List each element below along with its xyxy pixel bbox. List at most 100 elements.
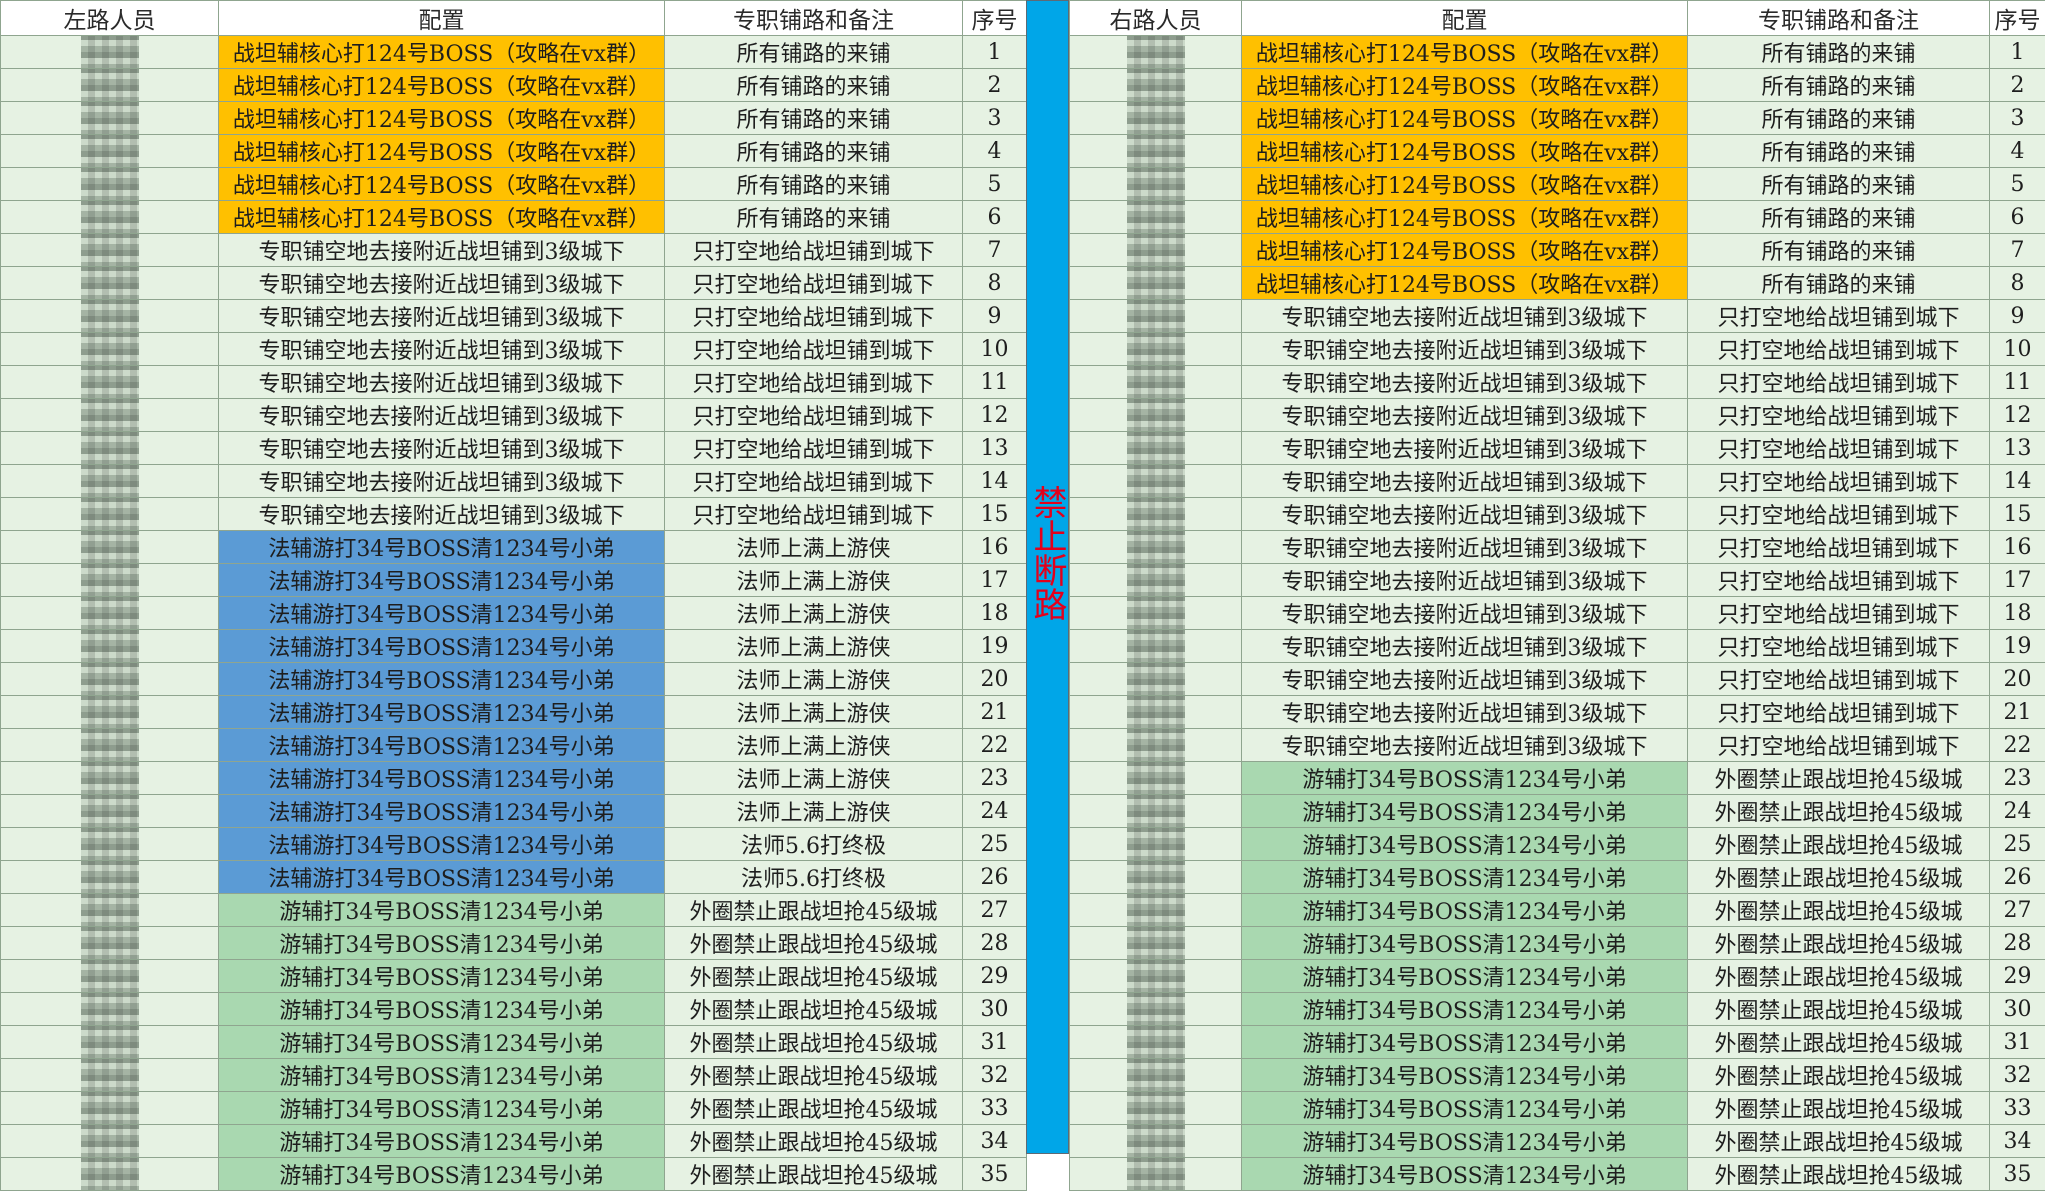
right-note-cell[interactable]: 外圈禁止跟战坦抢45级城 [1688, 960, 1990, 993]
left-config-cell[interactable]: 游辅打34号BOSS清1234号小弟 [219, 1092, 665, 1125]
right-row-number-cell[interactable]: 33 [1990, 1092, 2045, 1125]
left-config-cell[interactable]: 法辅游打34号BOSS清1234号小弟 [219, 531, 665, 564]
right-config-cell[interactable]: 专职铺空地去接附近战坦铺到3级城下 [1242, 498, 1688, 531]
right-note-cell[interactable]: 只打空地给战坦铺到城下 [1688, 498, 1990, 531]
left-member-name-cell[interactable] [1, 201, 219, 234]
left-row-number-cell[interactable]: 3 [963, 102, 1027, 135]
right-member-name-cell[interactable] [1070, 498, 1242, 531]
left-note-cell[interactable]: 法师上满上游侠 [665, 630, 963, 663]
left-config-cell[interactable]: 专职铺空地去接附近战坦铺到3级城下 [219, 399, 665, 432]
left-config-cell[interactable]: 法辅游打34号BOSS清1234号小弟 [219, 630, 665, 663]
right-config-cell[interactable]: 游辅打34号BOSS清1234号小弟 [1242, 1158, 1688, 1191]
right-config-cell[interactable]: 专职铺空地去接附近战坦铺到3级城下 [1242, 696, 1688, 729]
right-row-number-cell[interactable]: 24 [1990, 795, 2045, 828]
right-config-cell[interactable]: 游辅打34号BOSS清1234号小弟 [1242, 1125, 1688, 1158]
right-note-cell[interactable]: 所有铺路的来铺 [1688, 201, 1990, 234]
left-config-cell[interactable]: 游辅打34号BOSS清1234号小弟 [219, 1026, 665, 1059]
left-row-number-cell[interactable]: 30 [963, 993, 1027, 1026]
right-row-number-cell[interactable]: 6 [1990, 201, 2045, 234]
left-config-cell[interactable]: 法辅游打34号BOSS清1234号小弟 [219, 729, 665, 762]
right-row-number-cell[interactable]: 27 [1990, 894, 2045, 927]
right-note-cell[interactable]: 外圈禁止跟战坦抢45级城 [1688, 1026, 1990, 1059]
left-note-cell[interactable]: 只打空地给战坦铺到城下 [665, 234, 963, 267]
right-note-cell[interactable]: 只打空地给战坦铺到城下 [1688, 333, 1990, 366]
left-config-cell[interactable]: 战坦辅核心打124号BOSS（攻略在vx群） [219, 36, 665, 69]
left-row-number-cell[interactable]: 19 [963, 630, 1027, 663]
left-member-name-cell[interactable] [1, 960, 219, 993]
right-row-number-cell[interactable]: 35 [1990, 1158, 2045, 1191]
left-row-number-cell[interactable]: 33 [963, 1092, 1027, 1125]
right-note-cell[interactable]: 外圈禁止跟战坦抢45级城 [1688, 1059, 1990, 1092]
left-row-number-cell[interactable]: 1 [963, 36, 1027, 69]
right-note-cell[interactable]: 只打空地给战坦铺到城下 [1688, 630, 1990, 663]
right-config-cell[interactable]: 专职铺空地去接附近战坦铺到3级城下 [1242, 729, 1688, 762]
left-config-cell[interactable]: 法辅游打34号BOSS清1234号小弟 [219, 696, 665, 729]
left-member-name-cell[interactable] [1, 1092, 219, 1125]
right-note-cell[interactable]: 只打空地给战坦铺到城下 [1688, 300, 1990, 333]
left-row-number-cell[interactable]: 26 [963, 861, 1027, 894]
right-member-name-cell[interactable] [1070, 861, 1242, 894]
right-note-cell[interactable]: 只打空地给战坦铺到城下 [1688, 729, 1990, 762]
left-member-name-cell[interactable] [1, 861, 219, 894]
right-note-cell[interactable]: 只打空地给战坦铺到城下 [1688, 597, 1990, 630]
left-config-cell[interactable]: 游辅打34号BOSS清1234号小弟 [219, 894, 665, 927]
right-note-cell[interactable]: 外圈禁止跟战坦抢45级城 [1688, 927, 1990, 960]
left-config-cell[interactable]: 游辅打34号BOSS清1234号小弟 [219, 1125, 665, 1158]
left-config-cell[interactable]: 专职铺空地去接附近战坦铺到3级城下 [219, 465, 665, 498]
left-member-name-cell[interactable] [1, 795, 219, 828]
right-config-cell[interactable]: 游辅打34号BOSS清1234号小弟 [1242, 894, 1688, 927]
right-config-cell[interactable]: 战坦辅核心打124号BOSS（攻略在vx群） [1242, 267, 1688, 300]
left-member-name-cell[interactable] [1, 1158, 219, 1191]
right-row-number-cell[interactable]: 22 [1990, 729, 2045, 762]
right-member-name-cell[interactable] [1070, 993, 1242, 1026]
left-note-cell[interactable]: 所有铺路的来铺 [665, 36, 963, 69]
right-note-cell[interactable]: 所有铺路的来铺 [1688, 36, 1990, 69]
left-header-note[interactable]: 专职铺路和备注 [665, 1, 963, 36]
left-config-cell[interactable]: 战坦辅核心打124号BOSS（攻略在vx群） [219, 69, 665, 102]
left-config-cell[interactable]: 法辅游打34号BOSS清1234号小弟 [219, 597, 665, 630]
left-member-name-cell[interactable] [1, 894, 219, 927]
left-row-number-cell[interactable]: 20 [963, 663, 1027, 696]
right-config-cell[interactable]: 战坦辅核心打124号BOSS（攻略在vx群） [1242, 69, 1688, 102]
right-config-cell[interactable]: 游辅打34号BOSS清1234号小弟 [1242, 1059, 1688, 1092]
right-note-cell[interactable]: 外圈禁止跟战坦抢45级城 [1688, 993, 1990, 1026]
left-note-cell[interactable]: 法师上满上游侠 [665, 795, 963, 828]
left-row-number-cell[interactable]: 25 [963, 828, 1027, 861]
left-row-number-cell[interactable]: 9 [963, 300, 1027, 333]
right-note-cell[interactable]: 外圈禁止跟战坦抢45级城 [1688, 894, 1990, 927]
left-note-cell[interactable]: 法师上满上游侠 [665, 564, 963, 597]
left-note-cell[interactable]: 法师上满上游侠 [665, 729, 963, 762]
left-member-name-cell[interactable] [1, 1026, 219, 1059]
right-note-cell[interactable]: 只打空地给战坦铺到城下 [1688, 366, 1990, 399]
left-config-cell[interactable]: 专职铺空地去接附近战坦铺到3级城下 [219, 300, 665, 333]
right-member-name-cell[interactable] [1070, 432, 1242, 465]
left-row-number-cell[interactable]: 21 [963, 696, 1027, 729]
right-member-name-cell[interactable] [1070, 1026, 1242, 1059]
left-header-config[interactable]: 配置 [219, 1, 665, 36]
right-note-cell[interactable]: 外圈禁止跟战坦抢45级城 [1688, 861, 1990, 894]
right-config-cell[interactable]: 专职铺空地去接附近战坦铺到3级城下 [1242, 564, 1688, 597]
left-member-name-cell[interactable] [1, 36, 219, 69]
right-member-name-cell[interactable] [1070, 234, 1242, 267]
right-member-name-cell[interactable] [1070, 696, 1242, 729]
right-config-cell[interactable]: 专职铺空地去接附近战坦铺到3级城下 [1242, 630, 1688, 663]
right-row-number-cell[interactable]: 18 [1990, 597, 2045, 630]
right-member-name-cell[interactable] [1070, 1059, 1242, 1092]
left-row-number-cell[interactable]: 31 [963, 1026, 1027, 1059]
left-row-number-cell[interactable]: 34 [963, 1125, 1027, 1158]
left-note-cell[interactable]: 只打空地给战坦铺到城下 [665, 366, 963, 399]
left-row-number-cell[interactable]: 7 [963, 234, 1027, 267]
left-note-cell[interactable]: 只打空地给战坦铺到城下 [665, 333, 963, 366]
right-note-cell[interactable]: 外圈禁止跟战坦抢45级城 [1688, 1092, 1990, 1125]
left-config-cell[interactable]: 法辅游打34号BOSS清1234号小弟 [219, 564, 665, 597]
left-note-cell[interactable]: 法师上满上游侠 [665, 663, 963, 696]
left-config-cell[interactable]: 游辅打34号BOSS清1234号小弟 [219, 993, 665, 1026]
left-config-cell[interactable]: 专职铺空地去接附近战坦铺到3级城下 [219, 366, 665, 399]
left-row-number-cell[interactable]: 32 [963, 1059, 1027, 1092]
right-config-cell[interactable]: 战坦辅核心打124号BOSS（攻略在vx群） [1242, 234, 1688, 267]
left-config-cell[interactable]: 游辅打34号BOSS清1234号小弟 [219, 960, 665, 993]
left-member-name-cell[interactable] [1, 663, 219, 696]
left-member-name-cell[interactable] [1, 333, 219, 366]
left-member-name-cell[interactable] [1, 993, 219, 1026]
right-member-name-cell[interactable] [1070, 1158, 1242, 1191]
